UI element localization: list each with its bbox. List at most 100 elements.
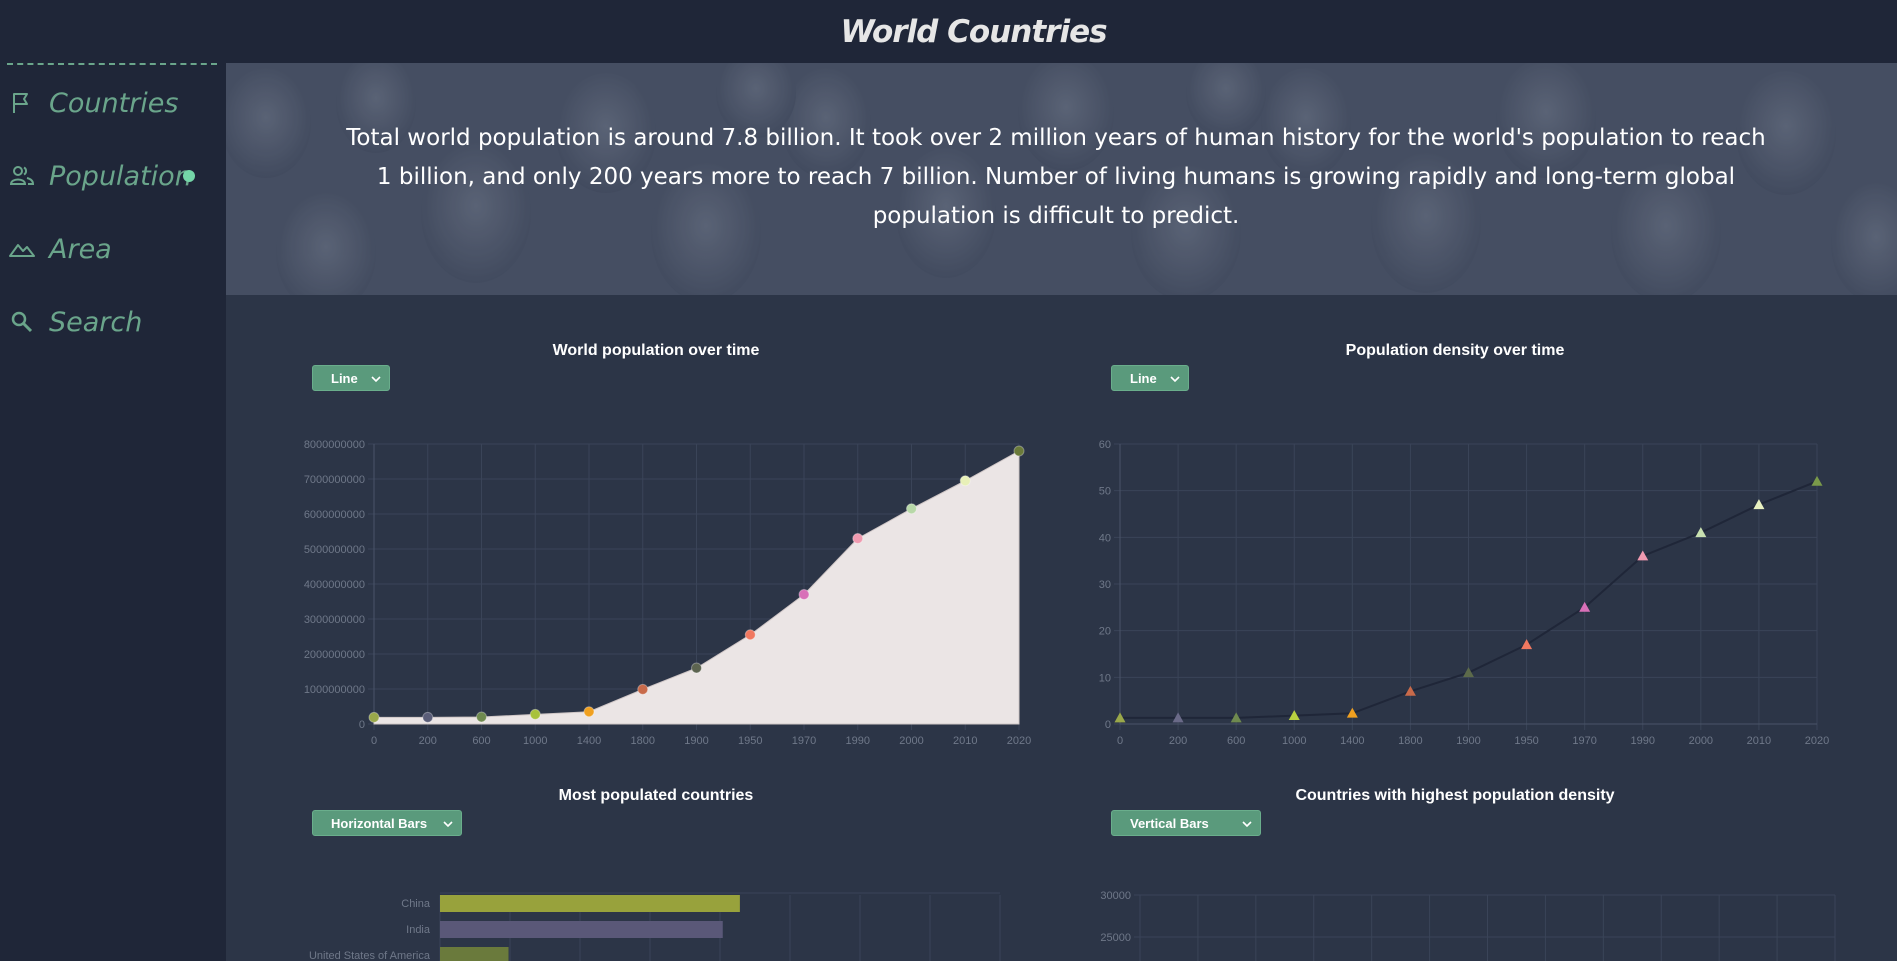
y-tick-label: 2000000000 [304, 649, 365, 661]
x-tick-label: 600 [1227, 735, 1245, 747]
x-tick-label: 1800 [1398, 735, 1422, 747]
x-tick-label: 2010 [953, 735, 977, 747]
x-tick-label: 1950 [1514, 735, 1538, 747]
population-density-chart: 01020304050600 200 600 1000 1400 1800 1900 1950… [1099, 439, 1829, 747]
category-label: China [401, 898, 431, 910]
x-tick-label: 0 [371, 735, 377, 747]
x-tick-label: 1900 [1456, 735, 1480, 747]
data-point [906, 503, 917, 515]
highest-density-chart: 30000 25000 [1100, 890, 1836, 961]
data-point [529, 708, 541, 720]
people-icon [9, 166, 35, 185]
x-tick-label: 1400 [1340, 735, 1364, 747]
x-tick-label: 1000 [1282, 735, 1306, 747]
data-point [1013, 445, 1025, 457]
world-population-chart: 0 1000000000 2000000000 3000000000 400000000… [304, 439, 1031, 747]
chart-type-select-population[interactable]: Line [312, 365, 390, 391]
data-point [1695, 527, 1707, 538]
mountain-icon [9, 244, 35, 257]
chevron-down-icon [371, 376, 381, 383]
bar [440, 895, 740, 912]
y-tick-label: 0 [359, 719, 365, 731]
data-point [1811, 475, 1823, 486]
x-tick-label: 200 [1169, 735, 1187, 747]
x-tick-label: 2000 [1689, 735, 1713, 747]
data-point [1463, 667, 1474, 678]
data-point [744, 629, 756, 641]
x-tick-label: 2010 [1747, 735, 1771, 747]
data-point [798, 589, 810, 600]
x-tick-label: 1400 [577, 735, 601, 747]
y-tick-label: 4000000000 [304, 579, 365, 591]
select-value: Line [331, 370, 358, 386]
hero-description: Total world population is around 7.8 bil… [346, 125, 1766, 229]
x-tick-label: 1990 [846, 735, 870, 747]
y-tick-label: 7000000000 [304, 474, 365, 486]
sidebar-item-population[interactable]: Population [0, 156, 226, 196]
chevron-down-icon [1242, 821, 1252, 828]
y-tick-label: 30000 [1100, 890, 1131, 902]
bar [440, 947, 509, 961]
data-point [852, 533, 864, 544]
y-tick-label: 6000000000 [304, 509, 365, 521]
data-point [637, 683, 649, 695]
y-tick-label: 50 [1099, 486, 1111, 498]
x-tick-label: 2020 [1007, 735, 1031, 747]
select-value: Line [1130, 370, 1157, 386]
x-tick-label: 200 [419, 735, 437, 747]
y-tick-label: 5000000000 [304, 544, 365, 556]
sidebar-item-label: Area [49, 233, 112, 265]
y-tick-label: 1000000000 [304, 684, 365, 696]
y-tick-label: 10 [1099, 672, 1111, 684]
hero-banner: Total world population is around 7.8 bil… [226, 63, 1897, 295]
data-point [476, 711, 487, 723]
x-tick-label: 1990 [1631, 735, 1655, 747]
sidebar: Countries Population Area Search [0, 63, 226, 961]
select-value: Horizontal Bars [331, 815, 428, 831]
select-value: Vertical Bars [1130, 815, 1209, 831]
most-populated-chart: China India United States of America [309, 892, 1001, 961]
y-tick-label: 40 [1099, 532, 1111, 544]
x-tick-label: 1950 [738, 735, 762, 747]
data-point [422, 711, 434, 723]
sidebar-item-area[interactable]: Area [0, 229, 226, 269]
x-tick-label: 600 [472, 735, 490, 747]
x-tick-label: 1800 [631, 735, 655, 747]
chart-type-select-density[interactable]: Line [1111, 365, 1189, 391]
x-tick-label: 1900 [684, 735, 708, 747]
data-point [368, 711, 380, 723]
category-label: India [406, 924, 431, 936]
y-tick-label: 0 [1105, 719, 1111, 731]
chart-type-select-highest-density[interactable]: Vertical Bars [1111, 810, 1261, 836]
x-tick-label: 0 [1117, 735, 1123, 747]
flag-icon [13, 93, 28, 113]
sidebar-item-label: Search [49, 306, 143, 338]
sidebar-item-label: Population [49, 160, 192, 192]
data-point [583, 706, 595, 718]
y-tick-label: 8000000000 [304, 439, 365, 451]
bar [440, 921, 723, 938]
data-point [959, 475, 971, 487]
x-tick-label: 2000 [899, 735, 923, 747]
y-tick-label: 25000 [1100, 932, 1131, 944]
chevron-down-icon [443, 821, 453, 828]
chart-title: Population density over time [1345, 342, 1565, 359]
category-label: United States of America [309, 950, 431, 961]
data-point [1521, 639, 1533, 650]
chart-type-select-most-populated[interactable]: Horizontal Bars [312, 810, 462, 836]
chevron-down-icon [1170, 376, 1180, 383]
x-tick-label: 1970 [1572, 735, 1596, 747]
sidebar-divider [7, 63, 217, 65]
y-tick-label: 60 [1099, 439, 1111, 451]
x-tick-label: 2020 [1805, 735, 1829, 747]
y-tick-label: 30 [1099, 579, 1111, 591]
chart-title: Most populated countries [558, 787, 754, 804]
data-point [691, 662, 702, 674]
active-indicator [183, 170, 195, 182]
y-tick-label: 20 [1099, 626, 1111, 638]
search-icon [11, 311, 33, 333]
sidebar-item-search[interactable]: Search [0, 302, 226, 342]
x-tick-label: 1000 [523, 735, 547, 747]
sidebar-item-label: Countries [49, 87, 179, 119]
sidebar-item-countries[interactable]: Countries [0, 83, 226, 123]
